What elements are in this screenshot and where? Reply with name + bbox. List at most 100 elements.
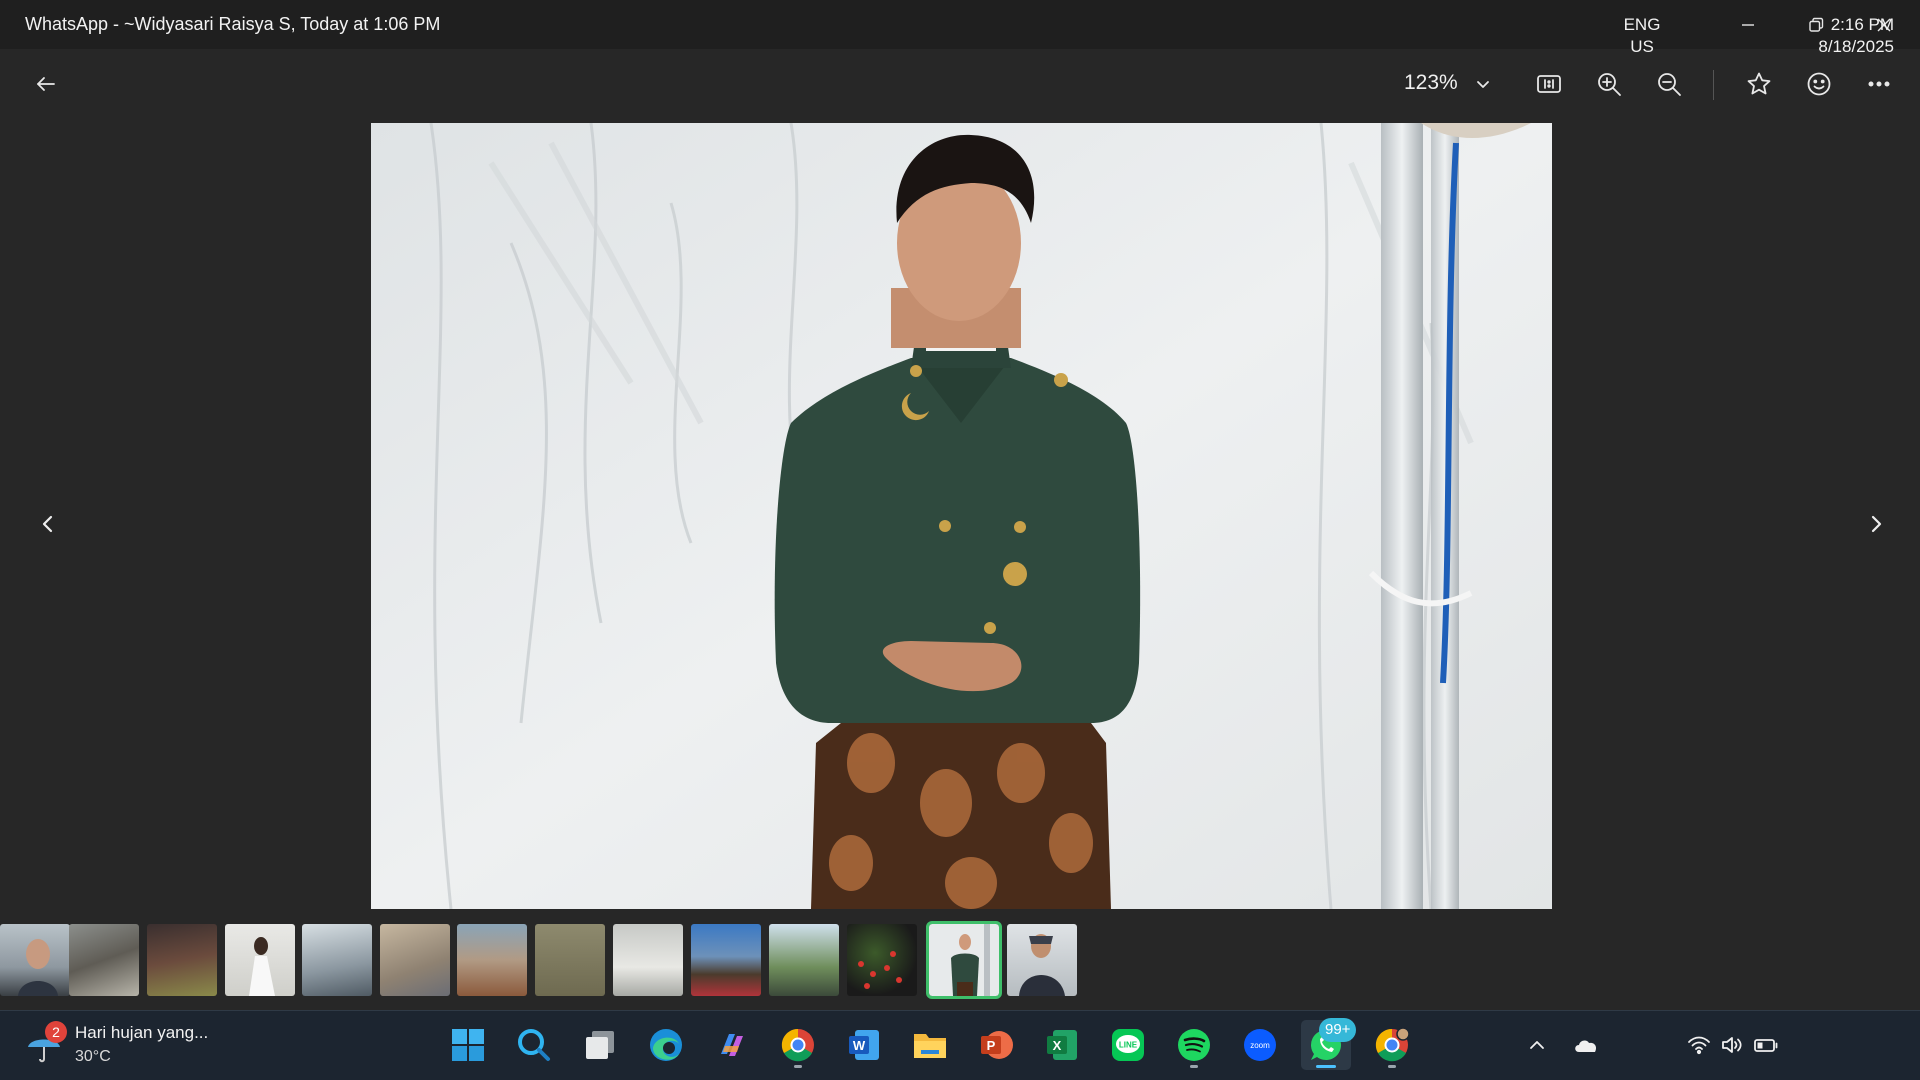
clock-date: 8/18/2025: [1818, 37, 1894, 56]
thumbnail[interactable]: [613, 924, 683, 996]
thumbnail[interactable]: [380, 924, 450, 996]
clock-time: 2:16 PM: [1830, 15, 1894, 34]
chevron-left-icon: [42, 515, 53, 533]
line-icon: LINE: [1112, 1029, 1144, 1061]
zoom-out-button[interactable]: [1645, 60, 1693, 108]
back-arrow-icon: [37, 77, 55, 91]
start-button[interactable]: [443, 1020, 493, 1070]
powerpoint-letter: P: [987, 1038, 996, 1053]
excel-app[interactable]: X: [1037, 1020, 1087, 1070]
actual-size-button[interactable]: [1525, 60, 1573, 108]
photo-image: [371, 123, 1552, 909]
edge-icon: [650, 1029, 682, 1061]
whatsapp-badge: 99+: [1319, 1018, 1357, 1042]
chrome-profile-icon: [1375, 1027, 1410, 1062]
line-app[interactable]: LINE: [1103, 1020, 1153, 1070]
thumbnail-image: [18, 939, 58, 996]
chevron-right-icon: [1871, 515, 1882, 533]
network-button[interactable]: [1684, 1010, 1714, 1080]
thumbnail[interactable]: [457, 924, 527, 996]
chevron-up-icon: [1530, 1041, 1544, 1049]
previous-photo-button[interactable]: [24, 500, 72, 548]
copilot-app[interactable]: [707, 1020, 757, 1070]
zoom-level[interactable]: 123%: [1404, 71, 1458, 95]
window-title: WhatsApp - ~Widyasari Raisya S, Today at…: [25, 14, 441, 34]
windows-start-icon: [452, 1029, 484, 1061]
chevron-down-icon: [1477, 81, 1489, 88]
thumbnail-active[interactable]: [926, 921, 1002, 999]
excel-letter: X: [1053, 1038, 1062, 1053]
more-icon: [1868, 81, 1890, 87]
task-view-button[interactable]: [575, 1020, 625, 1070]
language-indicator[interactable]: ENG US: [1618, 14, 1666, 58]
thumbnail-strip: [0, 921, 1920, 999]
emoji-icon: [1807, 72, 1831, 96]
thumbnail[interactable]: [147, 924, 217, 996]
weather-badge: 2: [45, 1021, 67, 1043]
battery-button[interactable]: [1750, 1010, 1782, 1080]
thumbnail[interactable]: [69, 924, 139, 996]
task-view-icon: [586, 1031, 614, 1059]
thumbnail[interactable]: [1007, 924, 1077, 996]
spotify-icon: [1178, 1029, 1210, 1061]
chrome-icon: [781, 1028, 814, 1062]
search-icon: [518, 1029, 550, 1061]
thumbnail-image: [951, 924, 990, 996]
excel-icon: X: [1047, 1030, 1077, 1060]
volume-button[interactable]: [1717, 1010, 1747, 1080]
zoom-app[interactable]: zoom: [1235, 1020, 1285, 1070]
thumbnail-image: [858, 951, 902, 989]
thumbnail[interactable]: [225, 924, 295, 996]
clock[interactable]: 2:16 PM 8/18/2025: [1818, 14, 1894, 58]
show-hidden-icons-button[interactable]: [1520, 1010, 1554, 1080]
cloud-icon: [1575, 1040, 1597, 1052]
powerpoint-app[interactable]: P: [971, 1020, 1021, 1070]
thumbnail[interactable]: [769, 924, 839, 996]
line-label: LINE: [1119, 1041, 1138, 1050]
word-letter: W: [853, 1038, 866, 1053]
zoom-app-label: zoom: [1250, 1041, 1270, 1050]
zoom-in-button[interactable]: [1585, 60, 1633, 108]
thumbnail[interactable]: [847, 924, 917, 996]
thumbnail[interactable]: [691, 924, 761, 996]
taskbar: 2 Hari hujan yang... 30°C: [0, 1010, 1920, 1080]
spotify-app[interactable]: [1169, 1020, 1219, 1070]
thumbnail-image: [1019, 934, 1065, 996]
zoom-out-icon: [1658, 73, 1681, 96]
thumbnail[interactable]: [535, 924, 605, 996]
thumbnail-image: [249, 937, 275, 996]
word-app[interactable]: W: [839, 1020, 889, 1070]
word-icon: W: [849, 1030, 879, 1060]
edge-app[interactable]: [641, 1020, 691, 1070]
language-line2: US: [1630, 37, 1654, 56]
onedrive-button[interactable]: [1566, 1010, 1606, 1080]
react-button[interactable]: [1795, 60, 1843, 108]
minimize-icon: [1742, 23, 1754, 26]
language-line1: ENG: [1623, 15, 1661, 34]
actual-size-icon: [1537, 75, 1561, 93]
weather-text: Hari hujan yang...: [75, 1023, 209, 1042]
weather-temp: 30°C: [75, 1048, 111, 1065]
chrome-app[interactable]: [773, 1020, 823, 1070]
file-explorer-icon: [914, 1034, 946, 1058]
more-options-button[interactable]: [1855, 60, 1903, 108]
zoom-dropdown-button[interactable]: [1459, 60, 1507, 108]
thumbnail[interactable]: [0, 924, 70, 996]
file-explorer-app[interactable]: [905, 1020, 955, 1070]
speaker-icon: [1722, 1037, 1742, 1053]
thumbnail[interactable]: [302, 924, 372, 996]
favorite-button[interactable]: [1735, 60, 1783, 108]
toolbar-divider: [1713, 70, 1714, 100]
wifi-icon: [1688, 1036, 1710, 1055]
powerpoint-icon: P: [981, 1031, 1013, 1059]
star-icon: [1747, 72, 1771, 95]
next-photo-button[interactable]: [1852, 500, 1900, 548]
zoom-in-icon: [1598, 73, 1621, 96]
zoom-icon: zoom: [1244, 1029, 1276, 1061]
search-button[interactable]: [509, 1020, 559, 1070]
copilot-icon: [721, 1034, 743, 1056]
minimize-button[interactable]: [1714, 0, 1782, 49]
back-button[interactable]: [22, 60, 70, 108]
main-photo[interactable]: [371, 123, 1552, 909]
chrome-profile-app[interactable]: [1367, 1020, 1417, 1070]
